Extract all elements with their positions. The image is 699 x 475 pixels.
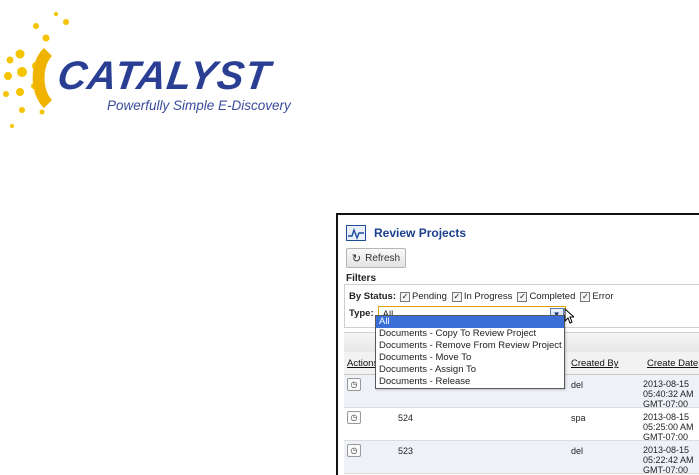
row-create-date: 2013-08-15 05:22:42 AM GMT-07:00: [643, 445, 694, 475]
column-header-created-by[interactable]: Created By: [571, 358, 619, 369]
row-created-by: del: [571, 380, 584, 390]
type-dropdown-list: All Documents - Copy To Review Project D…: [375, 315, 565, 389]
table-row[interactable]: ◷ 524 spa 2013-08-15 05:25:00 AM GMT-07:…: [344, 408, 699, 442]
row-create-date: 2013-08-15 05:40:32 AM GMT-07:00: [643, 379, 694, 409]
refresh-button[interactable]: ↻ Refresh: [346, 248, 406, 268]
type-label: Type:: [349, 308, 374, 319]
row-action-icon[interactable]: ◷: [347, 411, 361, 424]
type-option[interactable]: Documents - Release: [376, 376, 564, 388]
refresh-icon: ↻: [351, 252, 362, 265]
row-id: 523: [398, 446, 414, 456]
table-row[interactable]: ◷ 523 del 2013-08-15 05:22:42 AM GMT-07:…: [344, 441, 699, 475]
checkbox-checked-icon: ✓: [451, 291, 462, 302]
panel-header: Review Projects: [346, 223, 466, 243]
checkbox-checked-icon: ✓: [399, 291, 410, 302]
filters-heading: Filters: [346, 273, 377, 284]
logo-tagline: Powerfully Simple E-Discovery: [107, 98, 291, 113]
row-id: 524: [398, 413, 414, 423]
status-checkbox-pending[interactable]: ✓ Pending: [399, 291, 447, 302]
review-projects-panel: Review Projects ↻ Refresh Filters By Sta…: [336, 213, 699, 475]
status-checkbox-completed[interactable]: ✓ Completed: [517, 291, 575, 302]
refresh-label: Refresh: [365, 252, 401, 264]
status-checkbox-in-progress[interactable]: ✓ In Progress: [451, 291, 512, 302]
type-option[interactable]: Documents - Remove From Review Project: [376, 340, 564, 352]
column-header-actions[interactable]: Actions: [347, 358, 378, 369]
status-checkbox-error[interactable]: ✓ Error: [580, 291, 614, 302]
row-create-date: 2013-08-15 05:25:00 AM GMT-07:00: [643, 412, 694, 442]
catalyst-logo: CATALYST Powerfully Simple E-Discovery: [0, 0, 330, 140]
row-created-by: del: [571, 446, 584, 456]
column-header-create-date[interactable]: Create Date: [647, 358, 698, 369]
row-action-icon[interactable]: ◷: [347, 444, 361, 457]
panel-title: Review Projects: [374, 226, 467, 240]
status-filter-row: By Status: ✓ Pending ✓ In Progress ✓ Comple…: [349, 291, 619, 302]
row-action-icon[interactable]: ◷: [347, 378, 361, 391]
type-option[interactable]: Documents - Move To: [376, 352, 564, 364]
status-label: By Status:: [349, 291, 396, 302]
chart-icon: [346, 225, 366, 241]
checkbox-checked-icon: ✓: [517, 291, 528, 302]
row-created-by: spa: [571, 413, 586, 423]
type-option[interactable]: Documents - Assign To: [376, 364, 564, 376]
type-option[interactable]: Documents - Copy To Review Project: [376, 328, 564, 340]
type-option[interactable]: All: [376, 316, 564, 328]
checkbox-checked-icon: ✓: [580, 291, 591, 302]
mouse-cursor-icon: [564, 308, 574, 324]
logo-wordmark: CATALYST: [54, 54, 274, 98]
